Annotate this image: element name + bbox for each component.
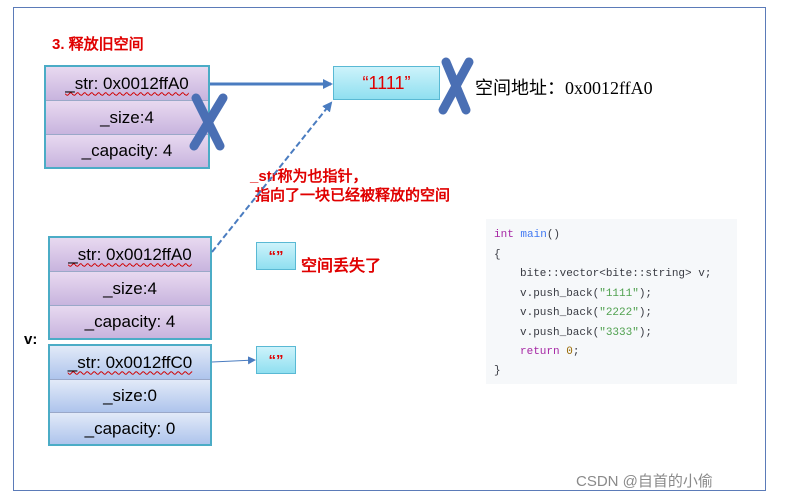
watermark: CSDN @自首的小偷 [576,473,713,490]
cross-icon-freed-string [438,57,474,115]
new-str-arrow [211,356,256,365]
dangling-pointer-arrow [211,101,333,253]
connectors-layer [189,57,474,365]
cross-icon-old-buffer [189,93,228,151]
